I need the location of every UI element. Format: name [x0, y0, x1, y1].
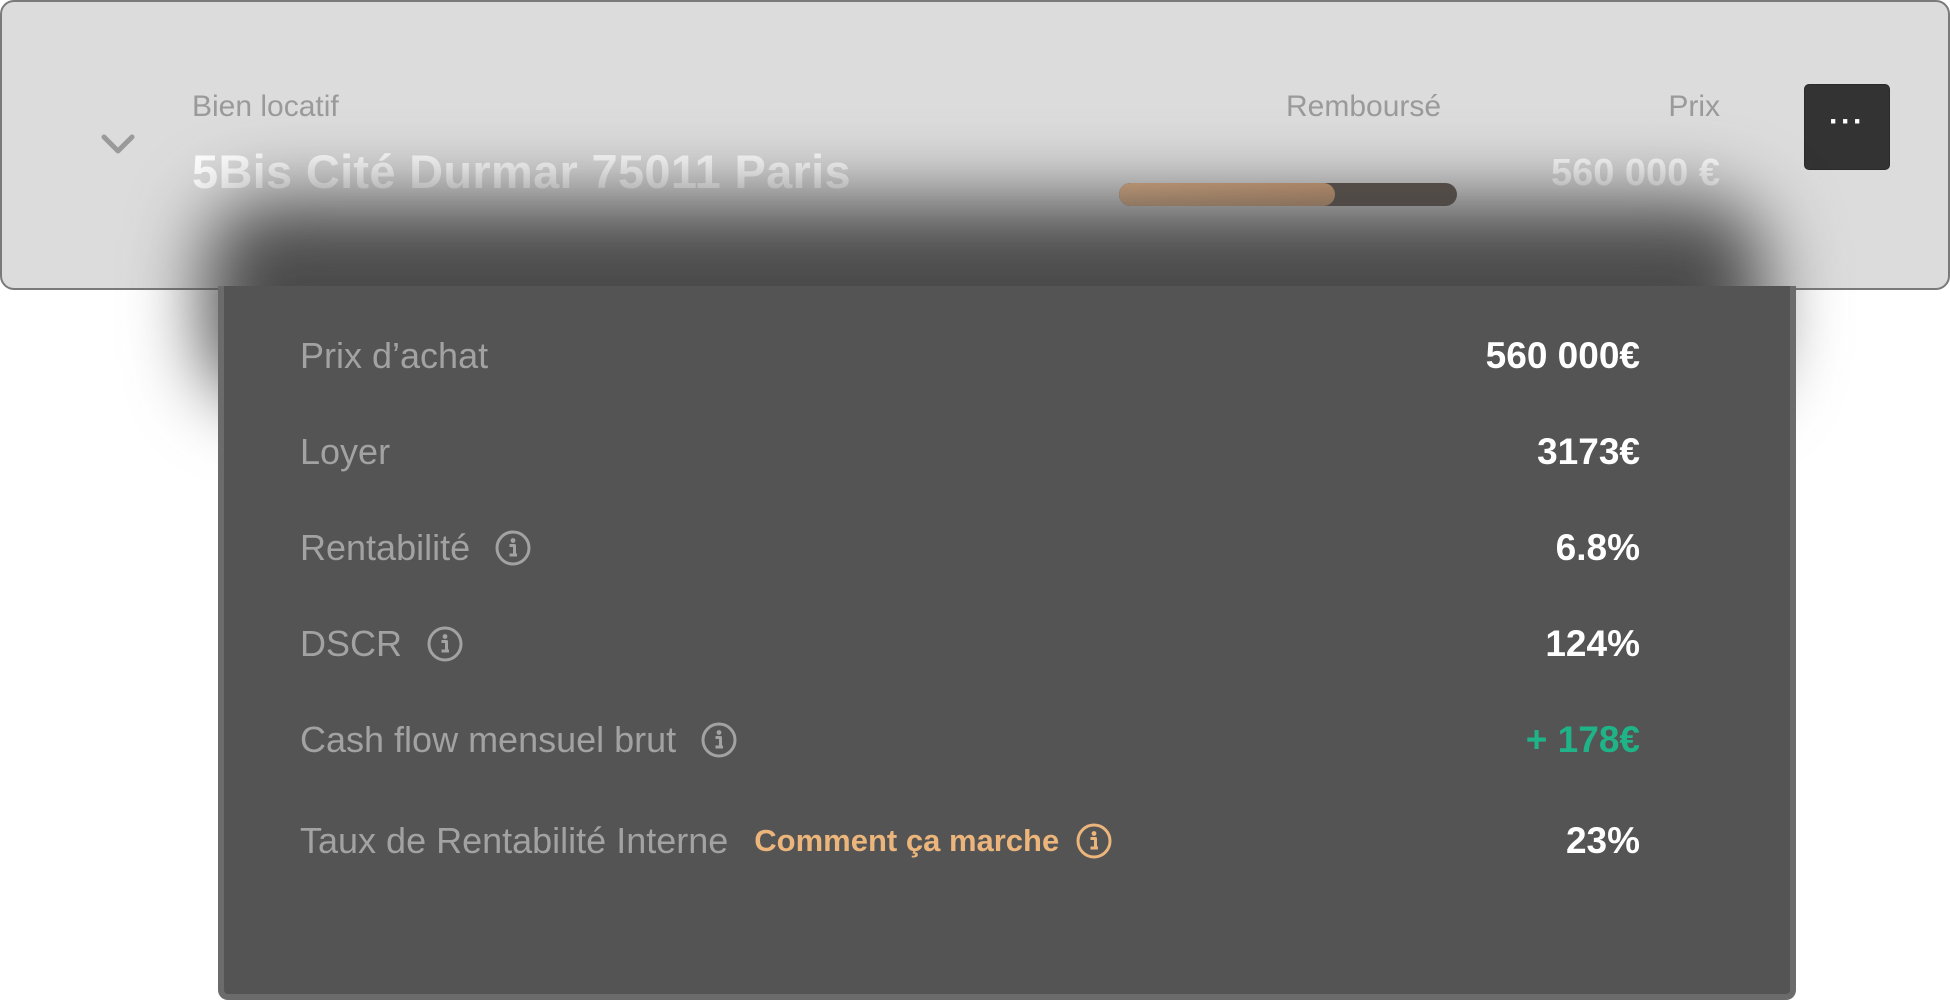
repaid-progress-fill — [1119, 183, 1336, 206]
detail-label: Rentabilité — [300, 527, 532, 569]
price-label: Prix — [1668, 90, 1720, 123]
detail-label-text: DSCR — [300, 623, 403, 664]
detail-value: + 178€ — [1525, 719, 1640, 760]
detail-label: Loyer — [300, 431, 390, 473]
property-card[interactable]: Bien locatif 5Bis Cité Durmar 75011 Pari… — [0, 0, 1950, 290]
detail-label: Prix d’achat — [300, 335, 488, 377]
property-type-label: Bien locatif — [192, 90, 339, 123]
how-it-works-link[interactable]: Comment ça marche — [754, 823, 1059, 859]
property-address: 5Bis Cité Durmar 75011 Paris — [192, 145, 851, 198]
stage: Bien locatif 5Bis Cité Durmar 75011 Pari… — [0, 0, 1950, 1000]
detail-row-purchase-price: Prix d’achat 560 000€ — [224, 326, 1790, 386]
detail-row-profitability: Rentabilité 6.8% — [224, 518, 1790, 578]
detail-label-text: Taux de Rentabilité Interne — [300, 820, 729, 861]
info-icon[interactable] — [700, 721, 738, 759]
detail-value: 6.8% — [1555, 527, 1640, 568]
detail-value: 560 000€ — [1485, 335, 1640, 376]
detail-label-text: Prix d’achat — [300, 335, 489, 376]
more-horizontal-icon: ··· — [1829, 105, 1865, 138]
detail-label: Cash flow mensuel brut — [300, 719, 738, 761]
info-icon[interactable] — [1075, 822, 1113, 860]
detail-value: 3173€ — [1537, 431, 1640, 472]
detail-label: Taux de Rentabilité Interne Comment ça m… — [300, 820, 1113, 862]
detail-value: 23% — [1565, 820, 1640, 861]
detail-row-cash-flow: Cash flow mensuel brut + 178€ — [224, 710, 1790, 770]
detail-row-dscr: DSCR 124% — [224, 614, 1790, 674]
chevron-down-icon[interactable] — [100, 130, 136, 158]
repaid-label: Remboursé — [1286, 90, 1442, 123]
repaid-progress-bar — [1119, 183, 1457, 206]
info-icon[interactable] — [426, 625, 464, 663]
details-panel: Prix d’achat 560 000€ Loyer 3173€ Rentab… — [218, 286, 1796, 1000]
detail-label-text: Loyer — [300, 431, 391, 472]
detail-label-text: Rentabilité — [300, 527, 471, 568]
detail-label: DSCR — [300, 623, 464, 665]
detail-row-rent: Loyer 3173€ — [224, 422, 1790, 482]
more-options-button[interactable]: ··· — [1804, 84, 1890, 170]
price-value: 560 000 € — [1550, 152, 1720, 194]
info-icon[interactable] — [494, 529, 532, 567]
detail-row-irr: Taux de Rentabilité Interne Comment ça m… — [224, 811, 1790, 871]
detail-label-text: Cash flow mensuel brut — [300, 719, 677, 760]
detail-value: 124% — [1545, 623, 1640, 664]
